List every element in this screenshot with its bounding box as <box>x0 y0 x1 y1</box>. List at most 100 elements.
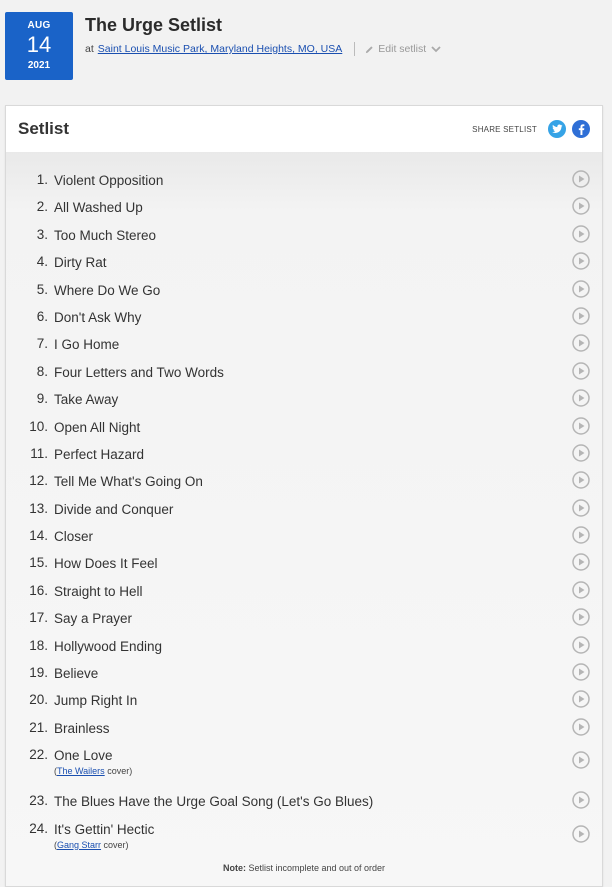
song-name[interactable]: The Blues Have the Urge Goal Song (Let's… <box>54 791 602 810</box>
at-label: at <box>85 43 94 55</box>
song-row: 5. Where Do We Go <box>6 275 602 302</box>
song-name[interactable]: Don't Ask Why <box>54 307 602 326</box>
song-row: 6. Don't Ask Why <box>6 302 602 329</box>
song-name[interactable]: Tell Me What's Going On <box>54 471 602 490</box>
pencil-icon <box>366 45 373 53</box>
cover-artist-link[interactable]: Gang Starr <box>57 840 101 850</box>
play-icon[interactable] <box>572 526 590 544</box>
song-name[interactable]: Closer <box>54 526 602 545</box>
song-row: 1. Violent Opposition <box>6 165 602 192</box>
share-setlist: SHARE SETLIST <box>472 120 590 138</box>
song-body: It's Gettin' Hectic (Gang Starr cover) <box>54 819 602 851</box>
twitter-share-button[interactable] <box>548 120 566 138</box>
song-row: 2. All Washed Up <box>6 192 602 219</box>
song-name[interactable]: Brainless <box>54 718 602 737</box>
song-body: Brainless <box>54 718 602 737</box>
setlist-note: Note: Setlist incomplete and out of orde… <box>6 863 602 873</box>
song-row: 14. Closer <box>6 521 602 548</box>
song-row: 11. Perfect Hazard <box>6 439 602 466</box>
song-name[interactable]: Open All Night <box>54 417 602 436</box>
song-body: Where Do We Go <box>54 280 602 299</box>
play-icon[interactable] <box>572 416 590 435</box>
play-icon[interactable] <box>572 635 590 654</box>
song-row: 22. One Love (The Wailers cover) <box>6 740 602 786</box>
song-row: 4. Dirty Rat <box>6 247 602 274</box>
play-icon[interactable] <box>572 307 590 325</box>
cover-artist-link[interactable]: The Wailers <box>57 766 105 776</box>
song-name[interactable]: It's Gettin' Hectic <box>54 819 602 838</box>
date-month: AUG <box>27 20 51 31</box>
play-icon[interactable] <box>572 279 590 298</box>
song-number: 11. <box>30 445 48 461</box>
song-body: Open All Night <box>54 417 602 436</box>
play-icon[interactable] <box>572 389 590 407</box>
play-icon[interactable] <box>572 663 590 681</box>
song-name[interactable]: How Does It Feel <box>54 553 602 572</box>
song-body: Dirty Rat <box>54 252 602 271</box>
play-icon[interactable] <box>572 690 590 709</box>
play-icon[interactable] <box>572 824 590 843</box>
song-number: 17. <box>29 610 48 626</box>
song-name[interactable]: Say a Prayer <box>54 608 602 627</box>
song-name[interactable]: Perfect Hazard <box>54 444 602 463</box>
song-name[interactable]: Believe <box>54 663 602 682</box>
song-name[interactable]: All Washed Up <box>54 197 602 216</box>
song-row: 10. Open All Night <box>6 412 602 439</box>
play-icon[interactable] <box>572 334 590 353</box>
song-number: 10. <box>29 418 48 434</box>
song-number: 22. <box>29 747 48 763</box>
song-row: 20. Jump Right In <box>6 685 602 712</box>
song-body: Divide and Conquer <box>54 499 602 518</box>
song-row: 18. Hollywood Ending <box>6 631 602 658</box>
play-icon[interactable] <box>572 170 590 188</box>
song-number: 9. <box>36 391 48 407</box>
song-row: 24. It's Gettin' Hectic (Gang Starr cover) <box>6 814 602 860</box>
song-name[interactable]: Take Away <box>54 389 602 408</box>
play-icon[interactable] <box>572 252 590 270</box>
song-row: 19. Believe <box>6 658 602 685</box>
play-icon[interactable] <box>572 791 590 809</box>
song-row: 9. Take Away <box>6 384 602 411</box>
song-row: 15. How Does It Feel <box>6 548 602 575</box>
song-body: Believe <box>54 663 602 682</box>
song-row: 23. The Blues Have the Urge Goal Song (Le… <box>6 786 602 813</box>
play-icon[interactable] <box>572 471 590 490</box>
song-name[interactable]: One Love <box>54 745 602 764</box>
chevron-down-icon[interactable] <box>431 45 441 53</box>
twitter-icon <box>551 124 563 133</box>
song-name[interactable]: Divide and Conquer <box>54 499 602 518</box>
date-year: 2021 <box>27 60 51 71</box>
play-icon[interactable] <box>572 444 590 462</box>
edit-setlist-button[interactable]: Edit setlist <box>365 43 445 55</box>
song-body: All Washed Up <box>54 197 602 216</box>
play-icon[interactable] <box>572 361 590 380</box>
song-name[interactable]: I Go Home <box>54 334 602 353</box>
play-icon[interactable] <box>572 225 590 243</box>
play-icon[interactable] <box>572 751 590 769</box>
song-name[interactable]: Where Do We Go <box>54 280 602 299</box>
play-icon[interactable] <box>572 197 590 216</box>
song-number: 12. <box>29 473 48 489</box>
cover-suffix: cover) <box>104 766 133 777</box>
play-icon[interactable] <box>572 498 590 517</box>
song-body: Jump Right In <box>54 690 602 709</box>
facebook-share-button[interactable] <box>572 120 590 138</box>
song-body: Don't Ask Why <box>54 307 602 326</box>
play-icon[interactable] <box>572 581 590 599</box>
song-name[interactable]: Violent Opposition <box>54 170 602 189</box>
title-block: The Urge Setlist at Saint Louis Music Pa… <box>85 14 602 56</box>
song-name[interactable]: Jump Right In <box>54 690 602 709</box>
play-icon[interactable] <box>572 553 590 572</box>
song-name[interactable]: Dirty Rat <box>54 252 602 271</box>
play-icon[interactable] <box>572 608 590 626</box>
song-name[interactable]: Straight to Hell <box>54 581 602 600</box>
venue-link[interactable]: Saint Louis Music Park, Maryland Heights… <box>98 43 343 55</box>
setlist-title: Setlist <box>18 119 70 138</box>
song-body: Straight to Hell <box>54 581 602 600</box>
play-icon[interactable] <box>572 718 590 736</box>
song-name[interactable]: Hollywood Ending <box>54 636 602 655</box>
note-text: Setlist incomplete and out of order <box>248 863 386 873</box>
song-name[interactable]: Four Letters and Two Words <box>54 362 602 381</box>
song-name[interactable]: Too Much Stereo <box>54 225 602 244</box>
venue-line: at Saint Louis Music Park, Maryland Heig… <box>85 42 602 56</box>
